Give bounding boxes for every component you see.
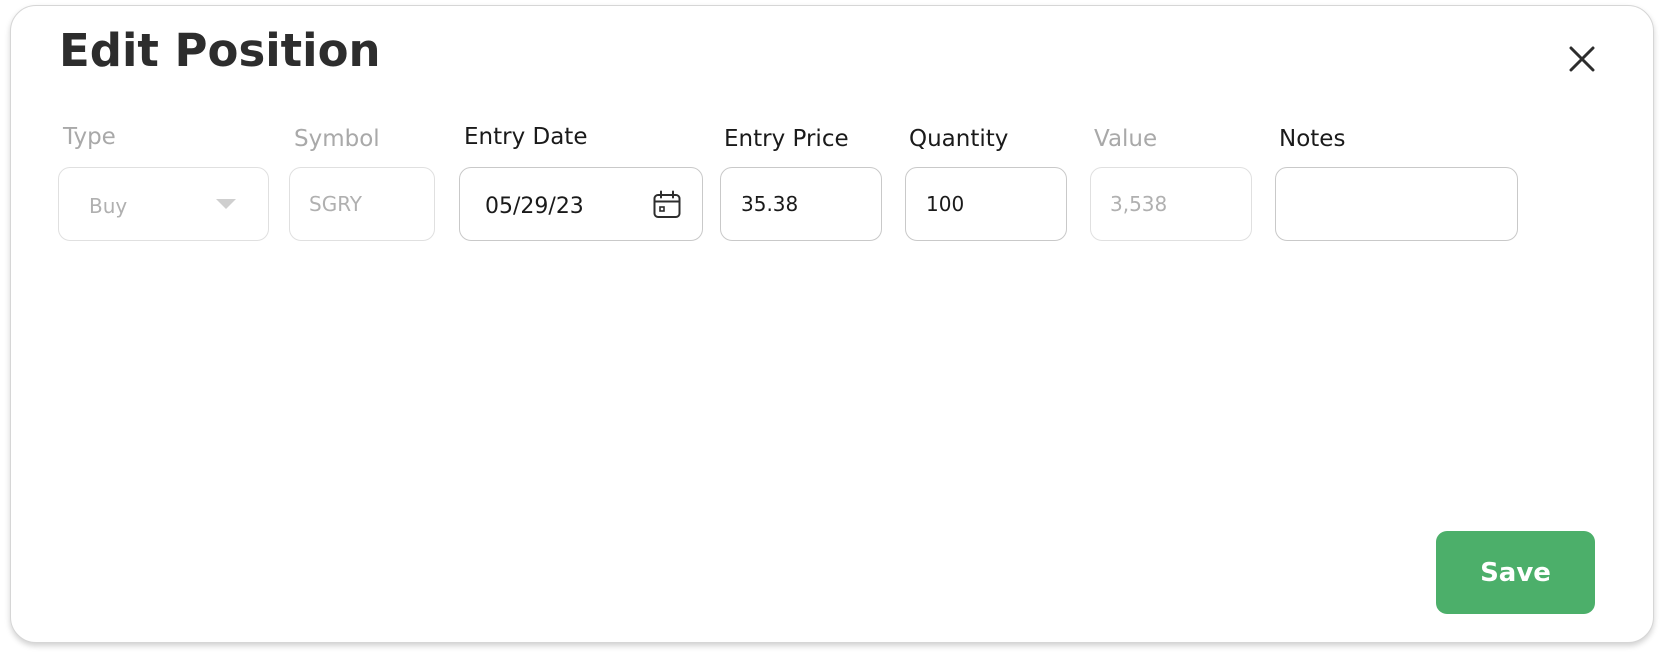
entry-date-label: Entry Date [464,124,588,150]
entry-price-label: Entry Price [724,126,849,152]
quantity-label: Quantity [909,126,1009,152]
type-value: Buy [89,194,128,218]
type-label: Type [63,124,116,150]
value-label: Value [1094,126,1158,152]
entry-price-field[interactable]: 35.38 [720,167,882,241]
calendar-icon[interactable] [652,190,682,220]
value-field[interactable]: 3,538 [1090,167,1252,241]
type-select[interactable]: Buy [58,167,269,241]
symbol-label: Symbol [294,126,380,152]
symbol-value: SGRY [309,192,363,216]
entry-date-value: 05/29/23 [485,194,584,219]
notes-field[interactable] [1275,167,1518,241]
caret-down-icon [216,199,236,209]
save-button[interactable]: Save [1436,531,1595,614]
symbol-field[interactable]: SGRY [289,167,435,241]
quantity-field[interactable]: 100 [905,167,1067,241]
quantity-value: 100 [926,192,965,216]
value-value: 3,538 [1110,192,1168,216]
notes-label: Notes [1279,126,1346,152]
dialog-title: Edit Position [59,24,381,77]
edit-position-dialog: Edit Position Type Buy Symbol SGRY Entry… [10,5,1654,643]
entry-date-field[interactable]: 05/29/23 [459,167,703,241]
close-icon [1569,46,1595,72]
entry-price-value: 35.38 [741,192,799,216]
close-button[interactable] [1559,36,1605,82]
